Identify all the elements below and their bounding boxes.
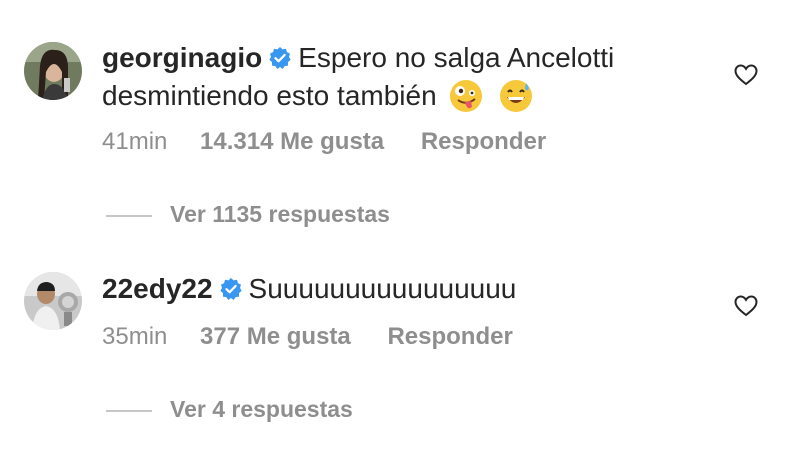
username[interactable]: georginagio bbox=[102, 42, 262, 73]
comment-meta: 41min 14.314 Me gusta Responder bbox=[102, 127, 546, 157]
avatar[interactable] bbox=[24, 272, 82, 330]
view-replies-label: Ver 4 respuestas bbox=[170, 396, 353, 422]
verified-badge-icon bbox=[268, 43, 292, 79]
view-replies-link[interactable]: Ver 1135 respuestas bbox=[106, 199, 390, 229]
replies-divider bbox=[106, 409, 152, 412]
heart-outline-icon[interactable] bbox=[734, 295, 758, 322]
avatar[interactable] bbox=[24, 42, 82, 100]
comment-text-line1: Espero no salga Ancelotti bbox=[298, 42, 615, 73]
comment-text: 22edy22 Suuuuuuuuuuuuuuuu bbox=[102, 271, 516, 310]
comment-meta: 35min 377 Me gusta Responder bbox=[102, 322, 513, 352]
replies-divider bbox=[106, 214, 152, 217]
grinning-sweat-emoji bbox=[499, 79, 533, 122]
username[interactable]: 22edy22 bbox=[102, 273, 213, 304]
zany-face-emoji bbox=[449, 79, 483, 122]
heart-outline-icon[interactable] bbox=[734, 64, 758, 91]
comment-time: 35min bbox=[102, 323, 168, 350]
verified-badge-icon bbox=[219, 274, 243, 310]
comment-text-continued: desmintiendo esto también bbox=[102, 78, 533, 122]
like-count[interactable]: 14.314 Me gusta bbox=[200, 128, 384, 155]
view-replies-link[interactable]: Ver 4 respuestas bbox=[106, 394, 353, 424]
comment-text-line2: desmintiendo esto también bbox=[102, 80, 437, 111]
view-replies-label: Ver 1135 respuestas bbox=[170, 201, 390, 227]
comment-text: georginagio Espero no salga Ancelotti bbox=[102, 40, 614, 79]
reply-button[interactable]: Responder bbox=[387, 323, 512, 350]
reply-button[interactable]: Responder bbox=[421, 128, 546, 155]
comment-time: 41min bbox=[102, 128, 168, 155]
comment-text-line1: Suuuuuuuuuuuuuuuu bbox=[248, 273, 517, 304]
like-count[interactable]: 377 Me gusta bbox=[200, 323, 351, 350]
